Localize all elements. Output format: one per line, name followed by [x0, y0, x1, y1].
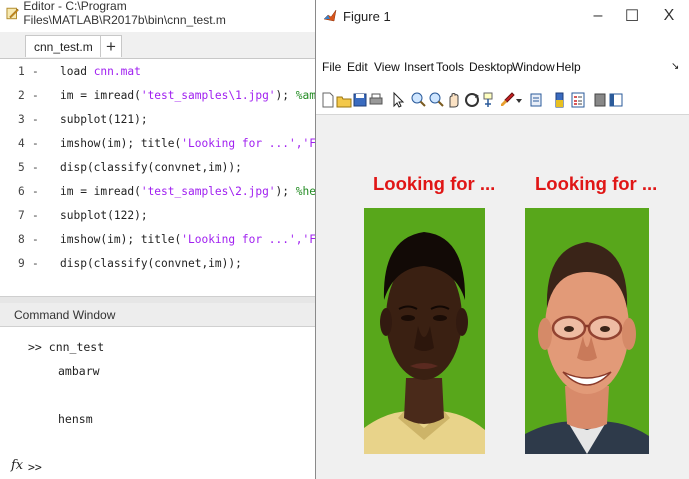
code-line[interactable]: 1- load cnn.mat — [0, 60, 318, 84]
figure-canvas[interactable]: Looking for ... Looking for ... — [316, 115, 689, 479]
code-token: subplot(121); — [60, 113, 148, 126]
command-prompt-line: >> cnn_test — [28, 340, 105, 354]
rotate-icon[interactable] — [464, 91, 480, 109]
code-line[interactable]: 9- disp(classify(convnet,im)); — [0, 252, 318, 276]
show-plot-tools-icon[interactable] — [608, 91, 624, 109]
figure-window: Figure 1 – ☐ X File Edit View Insert Tools De… — [315, 0, 689, 479]
code-string: 'Looking for ...','FontWei — [181, 233, 318, 246]
editor-titlebar[interactable]: Editor - C:\Program Files\MATLAB\R2017b\… — [0, 0, 318, 27]
figure-title: Figure 1 — [343, 8, 391, 24]
colorbar-icon[interactable] — [552, 91, 568, 109]
code-token: subplot(122); — [60, 209, 148, 222]
subplot-2-title: Looking for ... — [535, 173, 658, 194]
hide-plot-tools-icon[interactable] — [592, 91, 608, 109]
command-input-prompt[interactable]: >> — [28, 460, 42, 474]
code-token: disp(classify(convnet,im)); — [60, 257, 242, 270]
code-token: ); — [275, 89, 296, 102]
tab-label: cnn_test.m — [34, 39, 93, 54]
code-string: 'test_samples\1.jpg' — [140, 89, 276, 102]
breakpoint-marker: - — [32, 185, 39, 198]
print-icon[interactable] — [368, 91, 384, 109]
close-button[interactable]: X — [649, 0, 689, 32]
menu-insert[interactable]: Insert — [404, 56, 434, 78]
open-file-icon[interactable] — [336, 91, 352, 109]
command-window[interactable]: >> cnn_test ambarw hensm fx >> — [0, 328, 318, 479]
code-token: disp(classify(convnet,im)); — [60, 161, 242, 174]
code-text: disp(classify(convnet,im)); — [60, 156, 242, 180]
code-token: ); — [275, 185, 296, 198]
code-line[interactable]: 5- disp(classify(convnet,im)); — [0, 156, 318, 180]
menu-desktop[interactable]: Desktop — [469, 56, 513, 78]
matlab-editor-window: Editor - C:\Program Files\MATLAB\R2017b\… — [0, 0, 318, 479]
code-line[interactable]: 8- imshow(im); title('Looking for ...','F… — [0, 228, 318, 252]
editor-title: Editor - C:\Program Files\MATLAB\R2017b\… — [23, 0, 226, 27]
menu-file[interactable]: File — [322, 56, 341, 78]
breakpoint-marker: - — [32, 137, 39, 150]
menu-window[interactable]: Window — [512, 56, 555, 78]
figure-titlebar[interactable]: Figure 1 – ☐ X — [316, 0, 689, 32]
code-text: disp(classify(convnet,im)); — [60, 252, 242, 276]
code-token: imshow(im); title( — [60, 233, 182, 246]
breakpoint-marker: - — [32, 257, 39, 270]
code-text: subplot(122); — [60, 204, 148, 228]
subplot-1-face-image[interactable] — [364, 208, 485, 454]
figure-menubar: File Edit View Insert Tools Desktop Window Help… — [316, 56, 689, 78]
code-line[interactable]: 4- imshow(im); title('Looking for ...','F… — [0, 132, 318, 156]
menu-edit[interactable]: Edit — [347, 56, 368, 78]
code-text: im = imread('test_samples\1.jpg'); %amba… — [60, 84, 318, 108]
editor-app-icon — [6, 7, 19, 20]
brush-dropdown-icon[interactable] — [516, 91, 522, 109]
maximize-button[interactable]: ☐ — [612, 0, 652, 32]
code-text: im = imread('test_samples\2.jpg'); %hens… — [60, 180, 318, 204]
figure-toolbar — [316, 88, 689, 115]
subplot-1-title: Looking for ... — [373, 173, 496, 194]
menubar-dock-arrow-icon[interactable]: ↘ — [671, 56, 679, 78]
legend-icon[interactable] — [570, 91, 586, 109]
code-line[interactable]: 3- subplot(121); — [0, 108, 318, 132]
breakpoint-marker: - — [32, 209, 39, 222]
data-cursor-icon[interactable] — [482, 91, 498, 109]
code-text: subplot(121); — [60, 108, 148, 132]
new-tab-button[interactable]: + — [100, 35, 122, 57]
pointer-icon[interactable] — [390, 91, 406, 109]
matlab-logo-icon — [323, 9, 337, 22]
code-string: 'Looking for ...','FontWei — [181, 137, 318, 150]
link-icon[interactable] — [528, 91, 544, 109]
code-string: cnn.mat — [93, 65, 141, 78]
code-line[interactable]: 6- im = imread('test_samples\2.jpg'); %he… — [0, 180, 318, 204]
subplot-2-face-image[interactable] — [525, 208, 649, 454]
code-text: imshow(im); title('Looking for ...','Fon… — [60, 228, 318, 252]
code-line[interactable]: 7- subplot(122); — [0, 204, 318, 228]
code-token: load — [60, 65, 94, 78]
new-figure-icon[interactable] — [320, 91, 336, 109]
save-icon[interactable] — [352, 91, 368, 109]
command-window-header: Command Window — [0, 303, 318, 327]
menu-help[interactable]: Help — [556, 56, 581, 78]
breakpoint-marker: - — [32, 65, 39, 78]
code-token: im = imread( — [60, 89, 141, 102]
zoom-out-icon[interactable] — [428, 91, 444, 109]
editor-tabstrip: cnn_test.m × + — [0, 32, 318, 59]
code-token: im = imread( — [60, 185, 141, 198]
pan-icon[interactable] — [446, 91, 462, 109]
code-text: load cnn.mat — [60, 60, 141, 84]
code-string: 'test_samples\2.jpg' — [140, 185, 276, 198]
brush-icon[interactable] — [500, 91, 516, 109]
code-editor[interactable]: 1- load cnn.mat 2- im = imread('test_sample… — [0, 60, 318, 296]
tab-cnn-test[interactable]: cnn_test.m × — [25, 35, 110, 57]
code-line[interactable]: 2- im = imread('test_samples\1.jpg'); %am… — [0, 84, 318, 108]
breakpoint-marker: - — [32, 113, 39, 126]
menu-tools[interactable]: Tools — [436, 56, 464, 78]
fx-icon[interactable]: fx — [11, 458, 23, 473]
command-output-hensm: hensm — [58, 412, 93, 426]
breakpoint-marker: - — [32, 161, 39, 174]
zoom-in-icon[interactable] — [410, 91, 426, 109]
menu-view[interactable]: View — [374, 56, 400, 78]
breakpoint-marker: - — [32, 89, 39, 102]
code-token: imshow(im); title( — [60, 137, 182, 150]
command-output-ambarw: ambarw — [58, 364, 100, 378]
breakpoint-marker: - — [32, 233, 39, 246]
code-text: imshow(im); title('Looking for ...','Fon… — [60, 132, 318, 156]
